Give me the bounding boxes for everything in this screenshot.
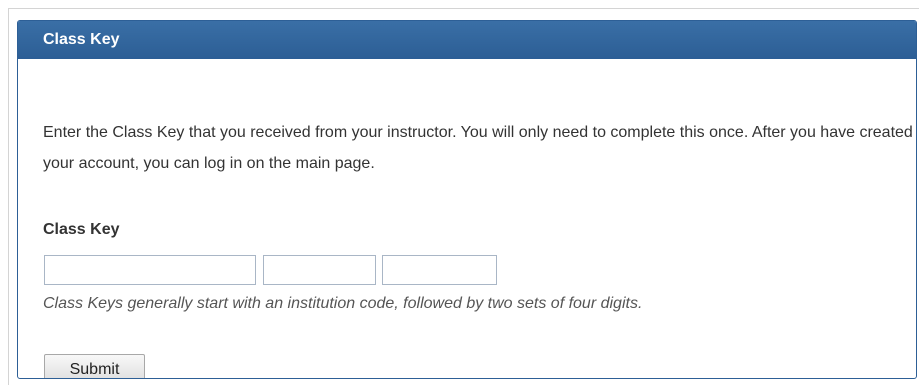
instructions-text: Enter the Class Key that you received fr… <box>43 124 913 172</box>
page: Class Key Enter the Class Key that you r… <box>0 0 919 385</box>
class-key-label: Class Key <box>43 221 120 238</box>
class-key-hint: Class Keys generally start with an insti… <box>43 295 643 312</box>
class-key-input-second-digits[interactable] <box>382 255 497 285</box>
panel-title: Class Key <box>18 21 916 59</box>
class-key-input-institution-code[interactable] <box>44 255 256 285</box>
submit-button[interactable]: Submit <box>44 354 145 378</box>
class-key-panel: Class Key Enter the Class Key that you r… <box>17 20 917 379</box>
class-key-input-first-digits[interactable] <box>263 255 376 285</box>
